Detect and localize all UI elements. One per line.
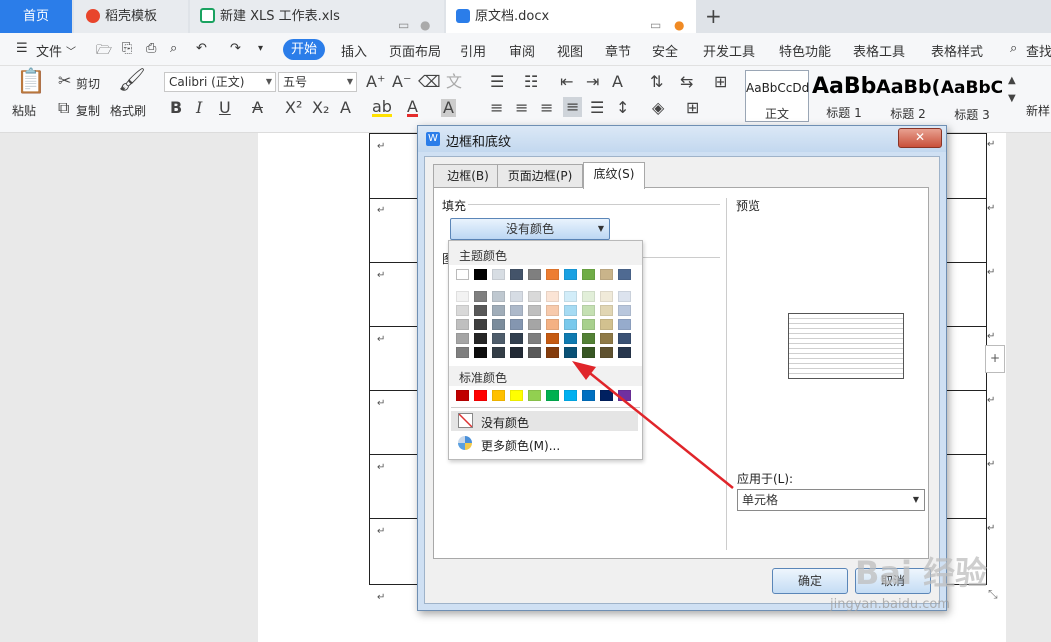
watermark-url: jingyan.baidu.com — [830, 597, 950, 612]
tab-shading[interactable]: 底纹(S) — [583, 162, 645, 189]
annotation-arrow — [572, 361, 734, 489]
watermark: Bai 经验 — [855, 554, 988, 592]
